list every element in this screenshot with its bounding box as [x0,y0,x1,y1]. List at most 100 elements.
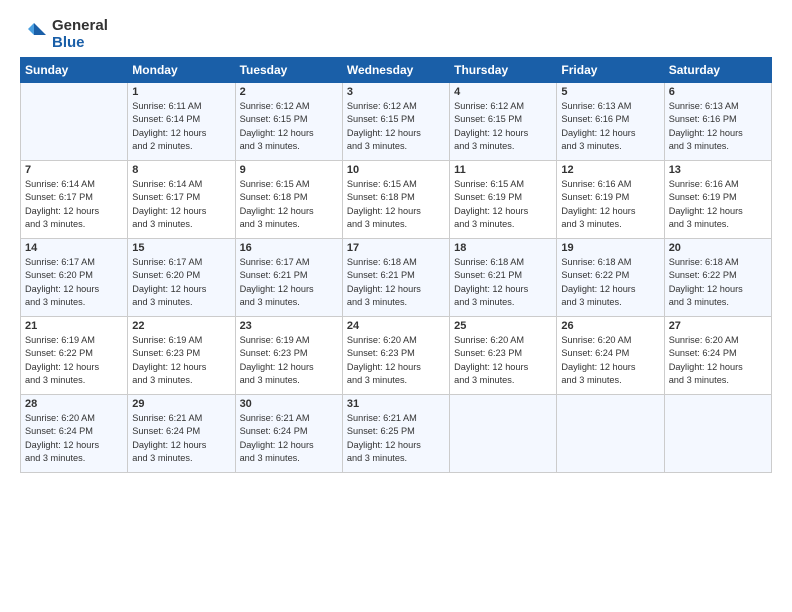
day-info: Sunrise: 6:11 AMSunset: 6:14 PMDaylight:… [132,100,230,153]
header: GeneralBlue [20,18,772,51]
logo: GeneralBlue [20,18,108,51]
calendar-cell: 30Sunrise: 6:21 AMSunset: 6:24 PMDayligh… [235,395,342,473]
day-number: 21 [25,320,123,332]
day-number: 2 [240,86,338,98]
calendar-cell [21,83,128,161]
day-info: Sunrise: 6:15 AMSunset: 6:18 PMDaylight:… [347,178,445,231]
day-number: 24 [347,320,445,332]
calendar-cell: 21 Sunrise: 6:19 AMSunset: 6:22 PMDayligh… [21,317,128,395]
day-info: Sunrise: 6:20 AMSunset: 6:23 PMDaylight:… [347,334,445,387]
day-number: 8 [132,164,230,176]
calendar-cell: 3 Sunrise: 6:12 AMSunset: 6:15 PMDaylight… [342,83,449,161]
header-day-friday: Friday [557,58,664,83]
day-info: Sunrise: 6:17 AMSunset: 6:21 PMDaylight:… [240,256,338,309]
calendar-cell: 14 Sunrise: 6:17 AMSunset: 6:20 PMDayligh… [21,239,128,317]
day-number: 15 [132,242,230,254]
calendar-cell: 31Sunrise: 6:21 AMSunset: 6:25 PMDayligh… [342,395,449,473]
week-row-5: 28Sunrise: 6:20 AMSunset: 6:24 PMDayligh… [21,395,772,473]
day-info: Sunrise: 6:18 AMSunset: 6:21 PMDaylight:… [454,256,552,309]
calendar-cell: 2 Sunrise: 6:12 AMSunset: 6:15 PMDaylight… [235,83,342,161]
day-info: Sunrise: 6:13 AMSunset: 6:16 PMDaylight:… [669,100,767,153]
day-info: Sunrise: 6:14 AMSunset: 6:17 PMDaylight:… [25,178,123,231]
calendar-cell: 16 Sunrise: 6:17 AMSunset: 6:21 PMDayligh… [235,239,342,317]
day-info: Sunrise: 6:20 AMSunset: 6:23 PMDaylight:… [454,334,552,387]
calendar-cell: 23 Sunrise: 6:19 AMSunset: 6:23 PMDayligh… [235,317,342,395]
day-number: 12 [561,164,659,176]
day-number: 17 [347,242,445,254]
day-info: Sunrise: 6:19 AMSunset: 6:22 PMDaylight:… [25,334,123,387]
day-number: 23 [240,320,338,332]
calendar-cell: 22 Sunrise: 6:19 AMSunset: 6:23 PMDayligh… [128,317,235,395]
day-number: 30 [240,398,338,410]
day-number: 29 [132,398,230,410]
day-info: Sunrise: 6:18 AMSunset: 6:22 PMDaylight:… [669,256,767,309]
day-info: Sunrise: 6:12 AMSunset: 6:15 PMDaylight:… [240,100,338,153]
day-number: 22 [132,320,230,332]
calendar-cell: 24 Sunrise: 6:20 AMSunset: 6:23 PMDayligh… [342,317,449,395]
week-row-2: 7 Sunrise: 6:14 AMSunset: 6:17 PMDaylight… [21,161,772,239]
day-info: Sunrise: 6:16 AMSunset: 6:19 PMDaylight:… [669,178,767,231]
day-info: Sunrise: 6:19 AMSunset: 6:23 PMDaylight:… [132,334,230,387]
day-number: 10 [347,164,445,176]
day-info: Sunrise: 6:15 AMSunset: 6:19 PMDaylight:… [454,178,552,231]
day-info: Sunrise: 6:12 AMSunset: 6:15 PMDaylight:… [347,100,445,153]
day-number: 11 [454,164,552,176]
calendar-cell: 12 Sunrise: 6:16 AMSunset: 6:19 PMDayligh… [557,161,664,239]
day-info: Sunrise: 6:16 AMSunset: 6:19 PMDaylight:… [561,178,659,231]
calendar-cell [450,395,557,473]
calendar-cell: 29 Sunrise: 6:21 AMSunset: 6:24 PMDayligh… [128,395,235,473]
day-info: Sunrise: 6:21 AMSunset: 6:24 PMDaylight:… [132,412,230,465]
day-number: 6 [669,86,767,98]
day-number: 3 [347,86,445,98]
day-number: 31 [347,398,445,410]
calendar-cell: 6 Sunrise: 6:13 AMSunset: 6:16 PMDaylight… [664,83,771,161]
header-day-tuesday: Tuesday [235,58,342,83]
day-number: 20 [669,242,767,254]
calendar-cell: 27 Sunrise: 6:20 AMSunset: 6:24 PMDayligh… [664,317,771,395]
calendar-cell: 25 Sunrise: 6:20 AMSunset: 6:23 PMDayligh… [450,317,557,395]
calendar-cell [664,395,771,473]
calendar-cell: 26Sunrise: 6:20 AMSunset: 6:24 PMDayligh… [557,317,664,395]
calendar-cell: 15Sunrise: 6:17 AMSunset: 6:20 PMDayligh… [128,239,235,317]
day-number: 7 [25,164,123,176]
day-number: 25 [454,320,552,332]
day-number: 1 [132,86,230,98]
day-number: 16 [240,242,338,254]
week-row-1: 1 Sunrise: 6:11 AMSunset: 6:14 PMDaylight… [21,83,772,161]
day-info: Sunrise: 6:20 AMSunset: 6:24 PMDaylight:… [561,334,659,387]
day-info: Sunrise: 6:18 AMSunset: 6:22 PMDaylight:… [561,256,659,309]
day-info: Sunrise: 6:12 AMSunset: 6:15 PMDaylight:… [454,100,552,153]
day-info: Sunrise: 6:20 AMSunset: 6:24 PMDaylight:… [669,334,767,387]
calendar-cell: 8 Sunrise: 6:14 AMSunset: 6:17 PMDaylight… [128,161,235,239]
calendar-cell: 11 Sunrise: 6:15 AMSunset: 6:19 PMDayligh… [450,161,557,239]
calendar-cell: 13Sunrise: 6:16 AMSunset: 6:19 PMDayligh… [664,161,771,239]
day-number: 28 [25,398,123,410]
day-info: Sunrise: 6:13 AMSunset: 6:16 PMDaylight:… [561,100,659,153]
day-number: 19 [561,242,659,254]
logo-bird-icon [20,21,48,49]
week-row-4: 21 Sunrise: 6:19 AMSunset: 6:22 PMDayligh… [21,317,772,395]
header-day-wednesday: Wednesday [342,58,449,83]
calendar-cell: 17Sunrise: 6:18 AMSunset: 6:21 PMDayligh… [342,239,449,317]
day-info: Sunrise: 6:15 AMSunset: 6:18 PMDaylight:… [240,178,338,231]
week-row-3: 14 Sunrise: 6:17 AMSunset: 6:20 PMDayligh… [21,239,772,317]
calendar-cell: 5Sunrise: 6:13 AMSunset: 6:16 PMDaylight… [557,83,664,161]
header-day-thursday: Thursday [450,58,557,83]
day-number: 9 [240,164,338,176]
calendar-cell: 18 Sunrise: 6:18 AMSunset: 6:21 PMDayligh… [450,239,557,317]
calendar-cell: 9 Sunrise: 6:15 AMSunset: 6:18 PMDaylight… [235,161,342,239]
day-number: 4 [454,86,552,98]
day-info: Sunrise: 6:19 AMSunset: 6:23 PMDaylight:… [240,334,338,387]
header-day-sunday: Sunday [21,58,128,83]
day-number: 18 [454,242,552,254]
calendar-cell: 4 Sunrise: 6:12 AMSunset: 6:15 PMDaylight… [450,83,557,161]
header-row: SundayMondayTuesdayWednesdayThursdayFrid… [21,58,772,83]
day-info: Sunrise: 6:17 AMSunset: 6:20 PMDaylight:… [25,256,123,309]
day-number: 27 [669,320,767,332]
calendar-cell: 19 Sunrise: 6:18 AMSunset: 6:22 PMDayligh… [557,239,664,317]
day-info: Sunrise: 6:14 AMSunset: 6:17 PMDaylight:… [132,178,230,231]
calendar-cell: 7 Sunrise: 6:14 AMSunset: 6:17 PMDaylight… [21,161,128,239]
day-number: 14 [25,242,123,254]
calendar-table: SundayMondayTuesdayWednesdayThursdayFrid… [20,57,772,473]
header-day-saturday: Saturday [664,58,771,83]
